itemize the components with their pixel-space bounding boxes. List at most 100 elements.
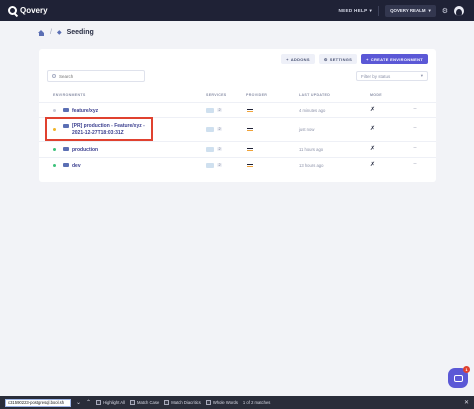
mode-icon: ✗ <box>370 162 376 168</box>
notification-badge: 1 <box>463 366 470 373</box>
environment-icon <box>63 147 69 151</box>
services-icon <box>206 163 214 168</box>
services-count: 2 <box>217 108 223 112</box>
services-count: 2 <box>217 163 223 167</box>
environment-name[interactable]: production <box>72 147 98 153</box>
chevron-down-icon: ▾ <box>420 73 423 78</box>
mode-icon: ✗ <box>370 126 376 132</box>
annotation-highlight-box <box>45 117 153 141</box>
environment-icon <box>63 163 69 167</box>
chevron-up-icon[interactable]: ⌃ <box>86 399 91 406</box>
home-icon[interactable] <box>38 29 45 36</box>
chevron-down-icon: ▾ <box>428 7 431 13</box>
aws-provider-icon <box>247 128 253 131</box>
status-filter-select[interactable]: Filter by status ▾ <box>356 71 428 81</box>
match-count: 1 of 2 matches <box>242 400 271 405</box>
match-diacritics-option[interactable]: Match Diacritics <box>164 400 201 405</box>
need-help-label: NEED HELP <box>338 8 368 13</box>
whole-words-label: Whole Words <box>212 400 238 405</box>
table-header: ENVIRONMENTS SERVICES PROVIDER LAST UPDA… <box>47 92 428 99</box>
last-updated: 4 minutes ago <box>299 108 326 113</box>
match-diacritics-checkbox[interactable] <box>164 400 170 405</box>
mode-icon: ✗ <box>370 107 376 113</box>
addons-button[interactable]: + ADDONS <box>281 54 315 64</box>
table-row[interactable]: production 2 11 hours ago ✗ ··· <box>39 141 436 157</box>
chevron-down-icon[interactable]: ⌄ <box>76 399 81 406</box>
whole-words-checkbox[interactable] <box>205 400 211 405</box>
addons-label: ADDONS <box>290 56 310 62</box>
match-case-label: Match Case <box>136 400 160 405</box>
more-options-icon[interactable]: ··· <box>413 106 417 112</box>
page-title: Seeding <box>66 29 94 36</box>
more-options-icon[interactable]: ··· <box>413 125 417 131</box>
environment-name[interactable]: dev <box>72 163 81 169</box>
top-bar: Qovery NEED HELP ▾ QOVERY REALM ▾ ⚙ <box>0 0 474 21</box>
breadcrumb: / ◆ Seeding <box>38 29 94 36</box>
settings-label: SETTINGS <box>329 56 353 62</box>
match-case-option[interactable]: Match Case <box>129 400 160 405</box>
highlight-all-option[interactable]: Highlight All <box>96 400 125 405</box>
search-icon <box>52 74 56 78</box>
services-icon <box>206 127 214 132</box>
highlight-all-checkbox[interactable] <box>96 400 102 405</box>
column-header-services: SERVICES <box>206 93 227 97</box>
plus-icon: + <box>286 56 289 62</box>
gear-icon: ⚙ <box>323 56 328 62</box>
qovery-logo-icon <box>8 6 17 15</box>
highlight-all-label: Highlight All <box>103 400 125 405</box>
column-header-last-updated: LAST UPDATED <box>299 93 331 97</box>
services-icon <box>206 147 214 152</box>
last-updated: 11 hours ago <box>299 147 324 152</box>
status-dot <box>53 164 56 167</box>
close-icon[interactable]: ✕ <box>464 399 469 406</box>
plus-icon: + <box>366 56 369 62</box>
column-header-mode: MODE <box>370 93 382 97</box>
environment-name[interactable]: feature/xyz <box>72 108 98 114</box>
match-case-checkbox[interactable] <box>129 400 135 405</box>
column-header-environments: ENVIRONMENTS <box>53 93 86 97</box>
brand-name: Qovery <box>20 6 48 15</box>
aws-provider-icon <box>247 148 253 151</box>
settings-button[interactable]: ⚙ SETTINGS <box>318 54 358 64</box>
need-help-button[interactable]: NEED HELP ▾ <box>339 8 373 14</box>
whole-words-option[interactable]: Whole Words <box>205 400 238 405</box>
more-options-icon[interactable]: ··· <box>413 161 417 167</box>
search-input[interactable] <box>59 73 139 79</box>
status-dot <box>53 109 56 112</box>
chevron-down-icon: ▾ <box>369 7 373 13</box>
more-options-icon[interactable]: ··· <box>413 145 417 151</box>
column-header-provider: PROVIDER <box>246 93 268 97</box>
services-count: 2 <box>217 127 223 131</box>
project-icon: ◆ <box>56 30 62 36</box>
status-filter-label: Filter by status <box>361 73 391 79</box>
table-row[interactable]: dev 2 13 hours ago ✗ ··· <box>39 157 436 173</box>
last-updated: just now <box>299 127 315 132</box>
find-input[interactable] <box>5 398 71 407</box>
services-count: 2 <box>217 147 223 151</box>
status-dot <box>53 148 56 151</box>
services-icon <box>206 108 214 113</box>
find-bar: ⌄ ⌃ Highlight All Match Case Match Diacr… <box>0 396 474 409</box>
aws-provider-icon <box>247 164 253 167</box>
last-updated: 13 hours ago <box>299 163 324 168</box>
environments-card: + ADDONS ⚙ SETTINGS + CREATE ENVIRONMENT… <box>39 49 436 182</box>
create-environment-label: CREATE ENVIRONMENT <box>370 56 423 62</box>
search-box <box>47 70 145 82</box>
avatar[interactable] <box>454 5 464 16</box>
environment-icon <box>63 108 69 112</box>
chat-button[interactable]: 1 <box>448 366 470 388</box>
realm-label: QOVERY REALM <box>390 8 426 13</box>
gear-icon[interactable]: ⚙ <box>442 7 448 15</box>
brand-logo[interactable]: Qovery <box>8 6 48 15</box>
breadcrumb-separator: / <box>50 29 52 36</box>
top-bar-right: NEED HELP ▾ QOVERY REALM ▾ ⚙ <box>339 0 464 21</box>
divider <box>378 5 380 16</box>
aws-provider-icon <box>247 109 253 112</box>
match-diacritics-label: Match Diacritics <box>171 400 201 405</box>
table-row[interactable]: feature/xyz 2 4 minutes ago ✗ ··· <box>39 102 436 117</box>
action-buttons: + ADDONS ⚙ SETTINGS + CREATE ENVIRONMENT <box>281 54 428 64</box>
realm-selector[interactable]: QOVERY REALM ▾ <box>385 4 436 17</box>
create-environment-button[interactable]: + CREATE ENVIRONMENT <box>361 54 428 64</box>
chat-icon <box>453 374 463 382</box>
mode-icon: ✗ <box>370 146 376 152</box>
